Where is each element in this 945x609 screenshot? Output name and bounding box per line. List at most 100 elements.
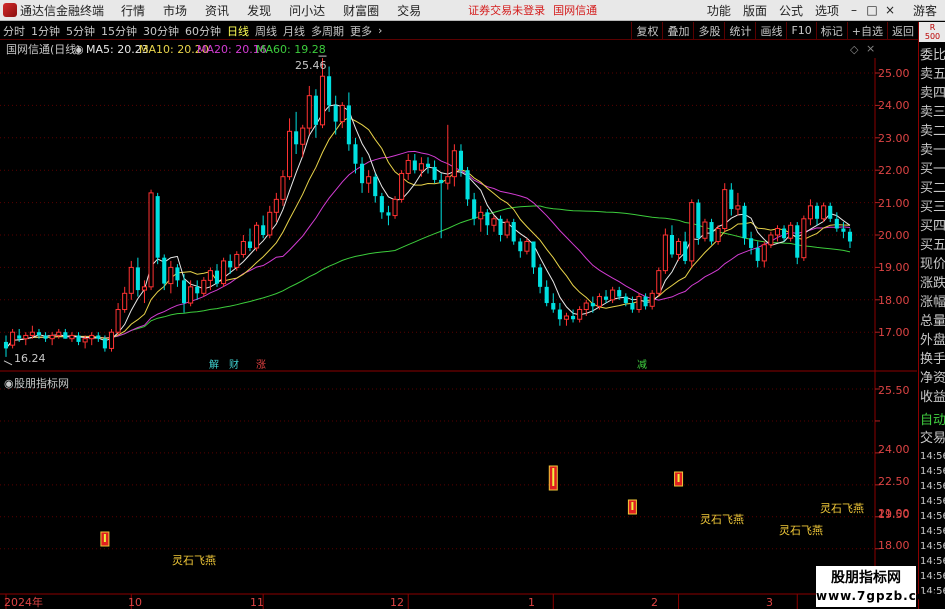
candle-body xyxy=(518,241,523,252)
candle-body xyxy=(162,257,167,284)
side-item-2[interactable]: 卖四 xyxy=(920,84,945,103)
candle-body xyxy=(247,241,253,248)
y-tick: 25.00 xyxy=(878,67,910,80)
side-item-3[interactable]: 卖三 xyxy=(920,103,945,122)
y-tick: 18.00 xyxy=(878,294,910,307)
y-tick: 21.00 xyxy=(878,197,910,210)
auto-trade-0[interactable]: 自动 xyxy=(920,412,945,430)
signal-marker-core xyxy=(103,534,106,542)
candle-body xyxy=(17,335,22,339)
signal-marker-core xyxy=(631,502,634,510)
side-item-4[interactable]: 卖二 xyxy=(920,122,945,141)
side-item-8[interactable]: 买三 xyxy=(920,198,945,217)
candle-body xyxy=(43,335,48,339)
candle-body xyxy=(709,222,714,242)
candle-body xyxy=(254,224,260,249)
candle-body xyxy=(23,334,29,340)
ind-y-tick: 22.50 xyxy=(878,475,910,488)
y-tick: 24.00 xyxy=(878,99,910,112)
side-item-12[interactable]: 涨跌 xyxy=(920,274,945,293)
close-panel-icon[interactable]: × xyxy=(866,42,875,55)
candle-body xyxy=(662,234,668,272)
ind-y-tick: 25.50 xyxy=(878,384,910,397)
y-tick: 23.00 xyxy=(878,132,910,145)
candle-body xyxy=(524,240,530,252)
side-item-11[interactable]: 现价 xyxy=(920,255,945,274)
side-item-14[interactable]: 总量 xyxy=(920,312,945,331)
candle-body xyxy=(319,75,326,126)
candle-body xyxy=(56,331,62,336)
candle-body xyxy=(623,296,628,304)
candle-body xyxy=(115,309,121,333)
candle-body xyxy=(49,334,55,340)
indicator-collapse-icon[interactable]: ◉ xyxy=(4,377,14,390)
candle-body xyxy=(3,341,9,349)
y-tick: 17.00 xyxy=(878,326,910,339)
side-item-9[interactable]: 买四 xyxy=(920,217,945,236)
candle-body xyxy=(636,296,642,311)
side-item-15[interactable]: 外盘 xyxy=(920,331,945,350)
candle-body xyxy=(195,286,200,294)
candle-body xyxy=(801,218,807,259)
candles xyxy=(3,55,853,366)
candle-body xyxy=(531,241,536,268)
ma60-label: MA60: 19.28 xyxy=(256,43,326,56)
trade-time: 14:56 xyxy=(920,526,945,537)
side-item-16[interactable]: 换手 xyxy=(920,350,945,369)
candle-body xyxy=(69,334,75,340)
signal-label: 灵石飞燕 xyxy=(820,502,864,515)
side-item-5[interactable]: 卖一 xyxy=(920,141,945,160)
candle-body xyxy=(353,144,358,164)
side-item-7[interactable]: 买二 xyxy=(920,179,945,198)
side-item-13[interactable]: 涨幅 xyxy=(920,293,945,312)
candle-body xyxy=(814,205,820,219)
candle-body xyxy=(795,225,800,258)
r-badge[interactable]: R 500 xyxy=(919,22,945,42)
candle-body xyxy=(280,176,286,200)
candle-body xyxy=(294,131,299,145)
candle-body xyxy=(504,221,510,236)
trade-time: 14:56 xyxy=(920,541,945,552)
auto-trade-1[interactable]: 交易 xyxy=(920,430,945,448)
settings-icon[interactable]: ◇ xyxy=(850,43,858,56)
event-rise[interactable]: 涨 xyxy=(256,360,266,372)
event-unlock[interactable]: 解 xyxy=(209,360,219,372)
low-pointer xyxy=(3,360,13,366)
watermark-logo: 股朋指标网 www.7gpzb.com xyxy=(816,566,939,607)
trade-time: 14:56 xyxy=(920,571,945,582)
event-finance[interactable]: 财 xyxy=(229,360,239,372)
side-item-10[interactable]: 买五 xyxy=(920,236,945,255)
event-reduce[interactable]: 减 xyxy=(637,360,647,372)
candle-body xyxy=(603,296,609,300)
trade-time: 14:56 xyxy=(920,511,945,522)
stock-label: 国网信通(日线) xyxy=(6,43,81,56)
side-item-17[interactable]: 净资 xyxy=(920,369,945,388)
side-item-18[interactable]: 收益 xyxy=(920,388,945,407)
candle-body xyxy=(306,95,312,129)
candle-body xyxy=(847,231,853,242)
kline-chart[interactable] xyxy=(0,0,945,609)
side-item-6[interactable]: 买一 xyxy=(920,160,945,179)
candle-body xyxy=(122,292,128,311)
candle-body xyxy=(339,104,345,123)
candle-body xyxy=(511,222,516,242)
candle-body xyxy=(630,303,635,310)
candle-body xyxy=(240,240,246,255)
ma20-line xyxy=(5,150,851,349)
trade-time: 14:56 xyxy=(920,496,945,507)
candle-body xyxy=(617,290,622,297)
y-tick: 20.00 xyxy=(878,229,910,242)
chevron-down-icon[interactable]: ◉ xyxy=(74,43,84,56)
candle-body xyxy=(36,332,42,336)
candle-body xyxy=(563,315,570,320)
candle-body xyxy=(392,198,398,217)
candle-body xyxy=(774,228,781,236)
side-item-1[interactable]: 卖五 xyxy=(920,65,945,84)
candle-body xyxy=(313,95,318,125)
x-label: 10 xyxy=(128,596,142,609)
side-item-0[interactable]: 委比 xyxy=(920,46,945,65)
candle-body xyxy=(405,159,411,174)
low-price-label: 16.24 xyxy=(14,352,46,365)
ind-y-tick: 18.00 xyxy=(878,539,910,552)
candle-body xyxy=(108,331,115,349)
